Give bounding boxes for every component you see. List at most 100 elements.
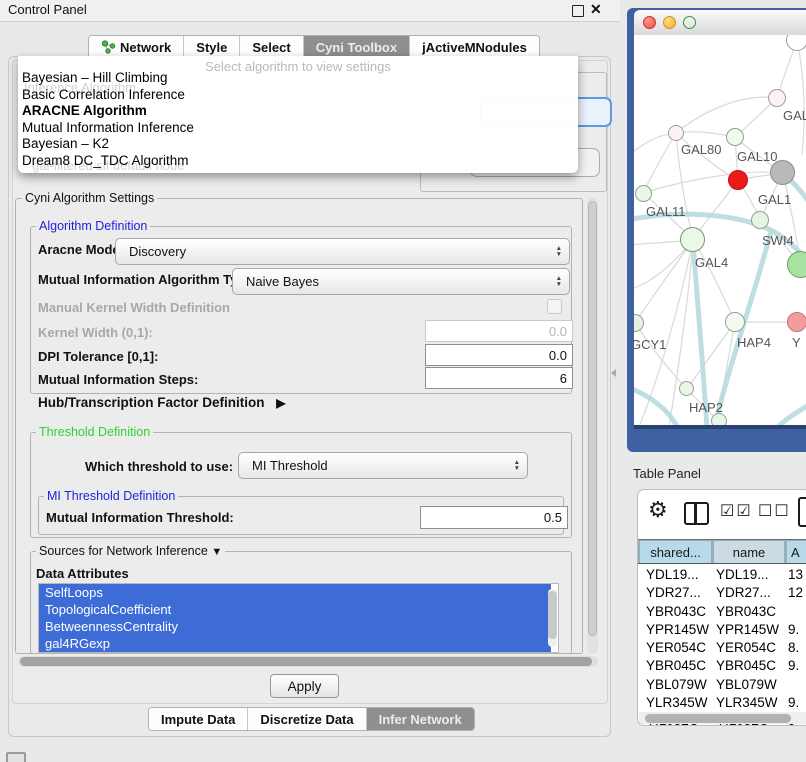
table-row[interactable]: YLR345WYLR345W9. xyxy=(638,694,806,712)
mi-steps-label: Mutual Information Steps: xyxy=(38,372,198,388)
tab-discretize-data[interactable]: Discretize Data xyxy=(248,708,366,730)
tab-cyni-toolbox[interactable]: Cyni Toolbox xyxy=(304,36,410,58)
table-row[interactable]: YPR145WYPR145W9. xyxy=(638,621,806,639)
split-view-icon[interactable] xyxy=(684,502,709,525)
tab-select[interactable]: Select xyxy=(240,36,303,58)
kernel-width-field[interactable]: 0.0 xyxy=(425,320,573,342)
table-hscrollbar[interactable] xyxy=(639,712,806,724)
network-node-gal11[interactable] xyxy=(635,185,652,202)
network-node-gal80[interactable] xyxy=(668,125,684,141)
algorithm-dropdown: Inference Algorithm gal-filtered sif def… xyxy=(18,56,578,173)
cyni-algorithm-settings-label: Cyni Algorithm Settings xyxy=(22,191,157,205)
deselect-all-icon[interactable]: ☐☐ xyxy=(758,501,791,521)
algorithm-definition-label: Algorithm Definition xyxy=(36,219,150,233)
which-threshold-combo[interactable]: MI Threshold ▲▼ xyxy=(238,452,528,479)
select-all-icon[interactable]: ☑☑ xyxy=(720,501,753,521)
network-window-titlebar xyxy=(634,10,806,36)
table-row[interactable]: YER054CYER054C8. xyxy=(638,639,806,657)
table-row[interactable]: YBL079WYBL079W xyxy=(638,676,806,694)
node-label: SWI4 xyxy=(762,233,794,248)
network-node-hap4[interactable] xyxy=(725,312,745,332)
algorithm-option[interactable]: Basic Correlation Inference xyxy=(22,87,185,103)
sources-toggle[interactable]: Sources for Network Inference ▼ xyxy=(36,544,225,559)
network-node-red[interactable] xyxy=(728,170,748,190)
float-window-icon[interactable] xyxy=(572,5,584,17)
network-node-swi4[interactable] xyxy=(751,211,769,229)
algorithm-option-highlighted[interactable]: ARACNE Algorithm xyxy=(22,103,147,119)
tab-impute-data-label: Impute Data xyxy=(161,712,235,727)
table-row[interactable]: YBR043CYBR043C xyxy=(638,603,806,621)
tab-cyni-toolbox-label: Cyni Toolbox xyxy=(316,40,397,55)
mi-type-combo[interactable]: Naive Bayes ▲▼ xyxy=(232,268,570,295)
cyni-bottom-tabs: Impute Data Discretize Data Infer Networ… xyxy=(148,707,475,731)
network-canvas[interactable]: GAL GAL80 GAL10 GAL1 GAL11 SWI4 GAL4 GCY… xyxy=(634,35,806,425)
list-item[interactable]: SelfLoops xyxy=(39,584,551,601)
column-header-label: A xyxy=(791,545,800,560)
threshold-definition-label: Threshold Definition xyxy=(36,425,153,439)
network-node-salmon[interactable] xyxy=(787,312,806,332)
algorithm-option[interactable]: Bayesian – Hill Climbing xyxy=(22,70,168,86)
minimize-traffic-light-icon[interactable] xyxy=(663,16,676,29)
network-node[interactable] xyxy=(768,89,786,107)
table-header-row: shared... name A xyxy=(638,539,806,564)
mi-threshold-definition-label: MI Threshold Definition xyxy=(44,489,178,503)
tab-jactivemnodules[interactable]: jActiveMNodules xyxy=(410,36,539,58)
new-table-icon[interactable] xyxy=(798,497,806,527)
control-panel-titlebar: Control Panel ✕ xyxy=(0,0,620,22)
mi-threshold-field[interactable]: 0.5 xyxy=(420,506,568,529)
table-row[interactable]: YDR27...YDR27...12 xyxy=(638,584,806,602)
tab-jactivemnodules-label: jActiveMNodules xyxy=(422,40,527,55)
list-item[interactable]: BetweennessCentrality xyxy=(39,618,551,635)
collapse-arrow-icon: ▼ xyxy=(211,546,222,558)
tab-network[interactable]: Network xyxy=(89,36,184,58)
stepper-icon: ▲▼ xyxy=(514,460,520,471)
network-node-hap2[interactable] xyxy=(679,381,694,396)
tab-impute-data[interactable]: Impute Data xyxy=(149,708,248,730)
list-scrollbar[interactable] xyxy=(548,589,557,647)
hub-definition-toggle[interactable]: Hub/Transcription Factor Definition ▶ xyxy=(38,395,286,411)
algorithm-option[interactable]: Dream8 DC_TDC Algorithm xyxy=(22,153,189,169)
dpi-tolerance-field[interactable]: 0.0 xyxy=(425,344,573,366)
close-icon[interactable]: ✕ xyxy=(590,1,602,18)
network-node-gal4[interactable] xyxy=(680,227,705,252)
algorithm-option[interactable]: Bayesian – K2 xyxy=(22,136,109,152)
manual-kernel-checkbox[interactable] xyxy=(547,299,562,314)
dpi-tolerance-label: DPI Tolerance [0,1]: xyxy=(38,349,158,365)
data-attributes-list[interactable]: SelfLoops TopologicalCoefficient Between… xyxy=(38,583,559,653)
column-header[interactable]: shared... xyxy=(640,541,711,563)
aracne-mode-combo[interactable]: Discovery ▲▼ xyxy=(115,238,570,265)
mi-type-label: Mutual Information Algorithm Type: xyxy=(38,272,257,288)
mi-threshold-value: 0.5 xyxy=(544,510,562,525)
table-row[interactable]: YDL19...YDL19...13 xyxy=(638,566,806,584)
settings-scrollbar[interactable] xyxy=(587,198,598,654)
table-rows: YDL19...YDL19...13 YDR27...YDR27...12 YB… xyxy=(638,566,806,726)
mi-steps-value: 6 xyxy=(560,371,567,386)
network-node-gal10[interactable] xyxy=(726,128,744,146)
algorithm-option[interactable]: Mutual Information Inference xyxy=(22,120,194,136)
column-header[interactable]: name xyxy=(714,541,784,563)
mi-steps-field[interactable]: 6 xyxy=(425,367,573,389)
zoom-traffic-light-icon[interactable] xyxy=(683,16,696,29)
kernel-width-label: Kernel Width (0,1): xyxy=(38,325,153,341)
screen: Control Panel ✕ Network Style Select Cyn… xyxy=(0,0,806,762)
close-traffic-light-icon[interactable] xyxy=(643,16,656,29)
table-row[interactable]: YBR045CYBR045C9. xyxy=(638,657,806,675)
gear-icon[interactable]: ⚙ xyxy=(648,497,668,523)
list-item[interactable]: TopologicalCoefficient xyxy=(39,601,551,618)
node-label: GAL11 xyxy=(646,204,686,219)
tab-style[interactable]: Style xyxy=(184,36,240,58)
list-item[interactable]: gal4RGexp xyxy=(39,635,551,652)
corner-widget-icon[interactable] xyxy=(6,752,26,762)
network-tab-icon xyxy=(101,40,116,54)
network-view-window[interactable]: GAL GAL80 GAL10 GAL1 GAL11 SWI4 GAL4 GCY… xyxy=(634,10,806,425)
tab-infer-network-label: Infer Network xyxy=(379,712,462,727)
tab-discretize-data-label: Discretize Data xyxy=(260,712,353,727)
splitter-collapse-icon[interactable] xyxy=(611,369,616,377)
column-header[interactable]: A xyxy=(787,541,806,563)
apply-button[interactable]: Apply xyxy=(270,674,339,698)
settings-hscrollbar[interactable] xyxy=(18,656,598,667)
table-panel-title: Table Panel xyxy=(633,466,701,481)
tab-infer-network[interactable]: Infer Network xyxy=(367,708,474,730)
which-threshold-label: Which threshold to use: xyxy=(85,459,233,475)
column-header-label: shared... xyxy=(650,545,701,560)
